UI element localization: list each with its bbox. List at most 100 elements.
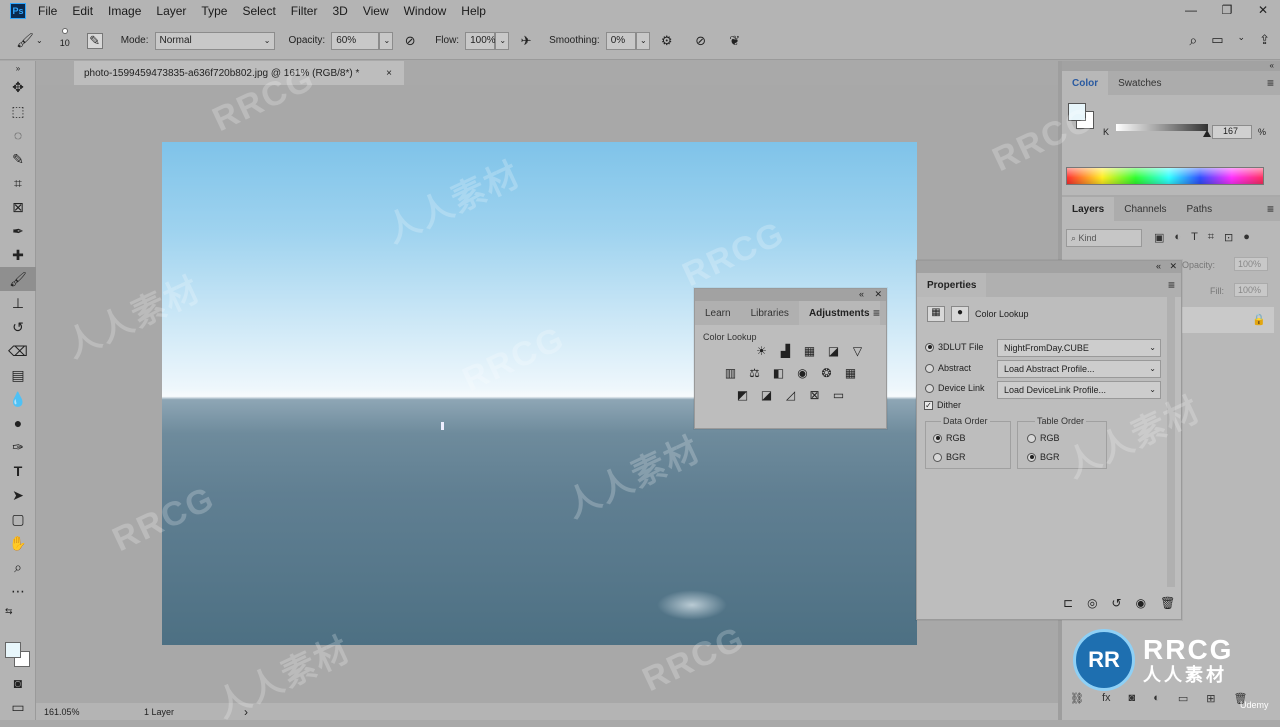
layer-fill-input[interactable]: 100% [1234, 283, 1268, 297]
link-layers-icon[interactable]: ⛓ [1070, 692, 1084, 712]
filter-pixel-icon[interactable]: ▣ [1154, 231, 1164, 244]
brush-tool-icon[interactable]: 🖌 [14, 30, 36, 52]
menu-filter[interactable]: Filter [291, 4, 318, 18]
menu-help[interactable]: Help [461, 4, 486, 18]
color-lookup-icon[interactable]: ▦ [843, 366, 859, 380]
k-slider[interactable] [1116, 124, 1208, 131]
chevron-down-icon[interactable]: ⌄ [36, 36, 43, 45]
view-previous-state-icon[interactable]: ◎ [1087, 596, 1097, 610]
search-icon[interactable]: ⌕ [1189, 32, 1197, 49]
tab-properties[interactable]: Properties [917, 273, 987, 297]
tab-paths[interactable]: Paths [1177, 197, 1223, 221]
dither-checkbox[interactable]: ✓ [924, 400, 933, 410]
black-white-icon[interactable]: ◧ [771, 366, 787, 380]
layer-filter-select[interactable]: ⌕ Kind [1066, 229, 1142, 247]
filter-type-icon[interactable]: T [1191, 231, 1198, 244]
panel-menu-icon[interactable]: ≡ [1267, 76, 1274, 90]
menu-file[interactable]: File [38, 4, 57, 18]
quick-selection-tool-icon[interactable]: ✎ [0, 147, 36, 171]
vibrance-icon[interactable]: ▽ [850, 344, 866, 358]
layer-opacity-input[interactable]: 100% [1234, 257, 1268, 271]
channel-mixer-icon[interactable]: ❂ [819, 366, 835, 380]
curves-icon[interactable]: ▦ [802, 344, 818, 358]
invert-icon[interactable]: ◩ [735, 388, 751, 402]
table-order-bgr[interactable]: BGR [1027, 452, 1060, 462]
shape-tool-icon[interactable]: ▢ [0, 507, 36, 531]
close-document-icon[interactable]: × [386, 68, 392, 79]
posterize-icon[interactable]: ◪ [759, 388, 775, 402]
zoom-level[interactable]: 161.05% [44, 707, 144, 717]
opacity-input[interactable]: 60% [331, 31, 380, 50]
gradient-map-icon[interactable]: ▭ [831, 388, 847, 402]
healing-brush-tool-icon[interactable]: ✚ [0, 243, 36, 267]
trash-icon[interactable]: 🗑 [1160, 596, 1175, 610]
brightness-contrast-icon[interactable]: ☀ [754, 344, 770, 358]
adjustment-layer-icon[interactable]: ◐ [1153, 692, 1160, 712]
device-link-select[interactable]: Load DeviceLink Profile... ⌄ [997, 381, 1161, 399]
menu-type[interactable]: Type [201, 4, 227, 18]
dither-option[interactable]: ✓ Dither [924, 400, 961, 410]
gear-icon[interactable]: ⚙ [658, 32, 676, 50]
k-slider-thumb[interactable] [1203, 130, 1211, 137]
radio-data-rgb[interactable] [933, 433, 942, 443]
tab-channels[interactable]: Channels [1114, 197, 1176, 221]
history-brush-tool-icon[interactable]: ↺ [0, 315, 36, 339]
gradient-tool-icon[interactable]: ▤ [0, 363, 36, 387]
radio-abstract[interactable] [925, 363, 934, 373]
symmetry-icon[interactable]: ❦ [726, 32, 744, 50]
data-order-rgb[interactable]: RGB [933, 433, 966, 443]
eraser-tool-icon[interactable]: ⌫ [0, 339, 36, 363]
menu-image[interactable]: Image [108, 4, 141, 18]
brush-tool-icon[interactable]: 🖌 [0, 267, 36, 291]
share-icon[interactable]: ⇪ [1259, 32, 1270, 49]
dodge-tool-icon[interactable]: ● [0, 411, 36, 435]
blur-tool-icon[interactable]: 💧 [0, 387, 36, 411]
hue-saturation-icon[interactable]: ▥ [723, 366, 739, 380]
visibility-eye-icon[interactable]: ◉ [1136, 596, 1146, 610]
device-link-option[interactable]: Device Link [925, 383, 985, 393]
path-selection-tool-icon[interactable]: ➤ [0, 483, 36, 507]
brush-settings-icon[interactable]: ✎ [86, 32, 103, 49]
radio-data-bgr[interactable] [933, 452, 942, 462]
lut-file-option[interactable]: 3DLUT File [925, 342, 983, 352]
restore-icon[interactable]: ❐ [1218, 2, 1236, 18]
menu-window[interactable]: Window [404, 4, 447, 18]
opacity-dropdown[interactable]: ⌄ [379, 31, 394, 50]
document-tab[interactable]: photo-1599459473835-a636f720b802.jpg @ 1… [74, 61, 404, 85]
status-menu-icon[interactable]: › [244, 705, 248, 719]
foreground-color-swatch[interactable] [1068, 103, 1086, 121]
airbrush-icon[interactable]: ✈ [517, 32, 535, 50]
move-tool-icon[interactable]: ✥ [0, 75, 36, 99]
lut-file-select[interactable]: NightFromDay.CUBE ⌄ [997, 339, 1161, 357]
color-balance-icon[interactable]: ⚖ [747, 366, 763, 380]
hand-tool-icon[interactable]: ✋ [0, 531, 36, 555]
photo-filter-icon[interactable]: ◉ [795, 366, 811, 380]
radio-table-rgb[interactable] [1027, 433, 1036, 443]
swap-colors-icon[interactable]: ⇆ [0, 603, 36, 619]
mask-icon[interactable]: ● [951, 306, 969, 322]
smoothing-dropdown[interactable]: ⌄ [635, 31, 650, 50]
levels-icon[interactable]: ▟ [778, 344, 794, 358]
tab-color[interactable]: Color [1062, 71, 1109, 95]
lasso-tool-icon[interactable]: ◌ [0, 123, 36, 147]
add-mask-icon[interactable]: ◙ [1129, 692, 1136, 712]
type-tool-icon[interactable]: T [0, 459, 36, 483]
foreground-color-swatch[interactable] [5, 642, 21, 658]
minimize-icon[interactable]: — [1182, 2, 1200, 18]
pressure-opacity-icon[interactable]: ⊘ [401, 32, 419, 50]
smoothing-input[interactable]: 0% [605, 31, 636, 50]
radio-table-bgr[interactable] [1027, 452, 1036, 462]
flow-input[interactable]: 100% [465, 31, 496, 50]
tab-layers[interactable]: Layers [1062, 197, 1115, 221]
pressure-size-icon[interactable]: ⊘ [692, 32, 710, 50]
radio-device-link[interactable] [925, 383, 934, 393]
tab-adjustments[interactable]: Adjustments [798, 301, 880, 325]
filter-toggle-icon[interactable]: ● [1243, 231, 1250, 244]
pen-tool-icon[interactable]: ✑ [0, 435, 36, 459]
panel-menu-icon[interactable]: ≡ [1267, 202, 1274, 216]
quick-mask-icon[interactable]: ◙ [0, 671, 36, 695]
menu-view[interactable]: View [363, 4, 389, 18]
marquee-tool-icon[interactable]: ⬚ [0, 99, 36, 123]
radio-3dlut[interactable] [925, 342, 934, 352]
brush-preset-picker[interactable]: 10 [51, 26, 79, 56]
